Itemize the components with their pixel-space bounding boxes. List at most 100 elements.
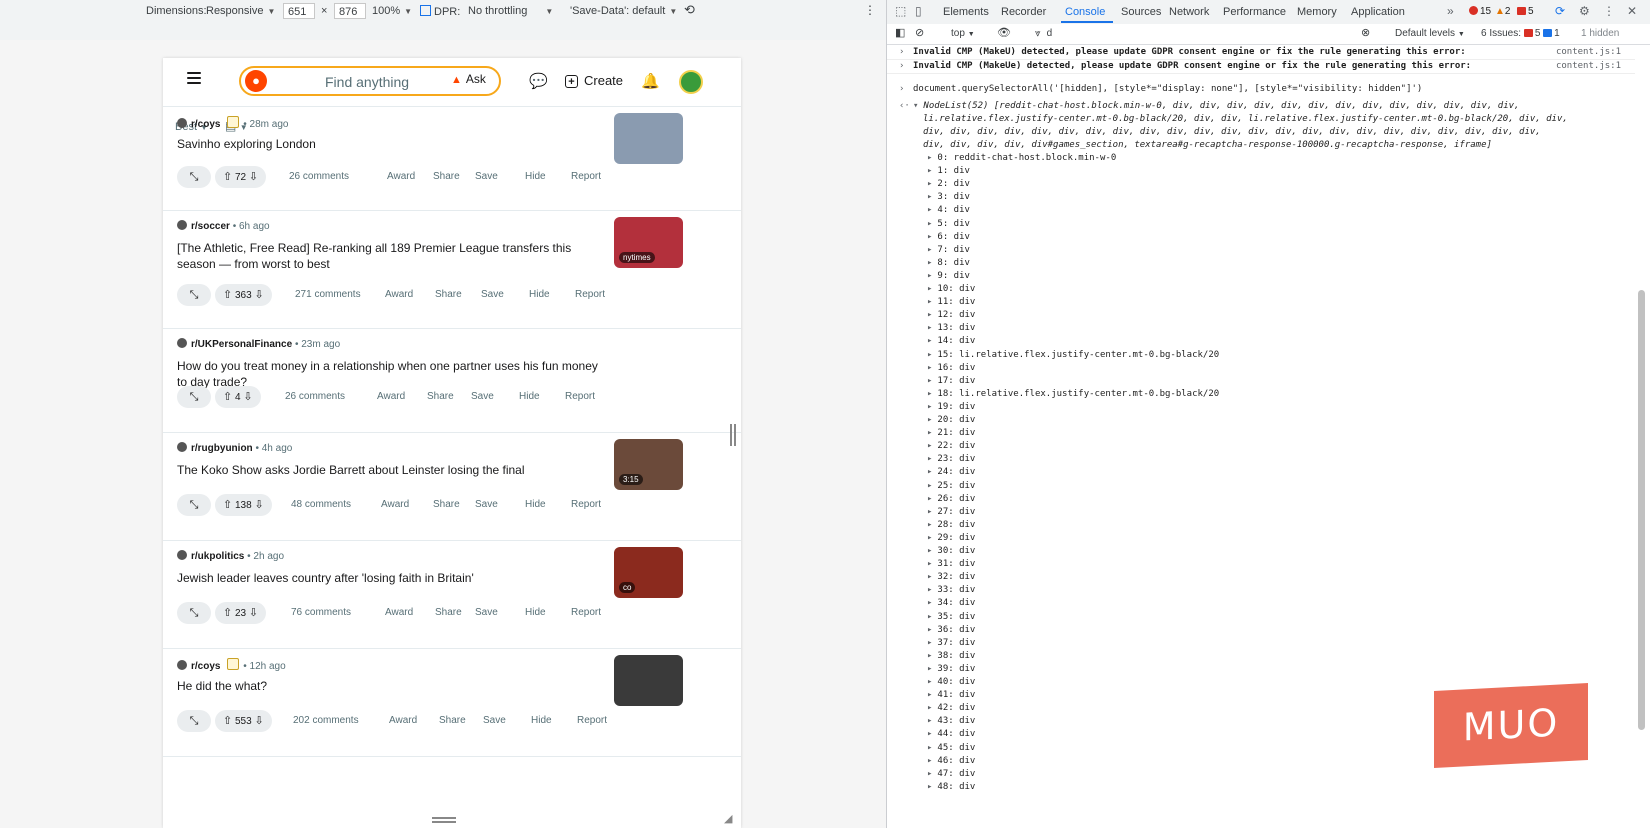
hide-button[interactable]: Hide [519, 391, 540, 402]
expand-icon[interactable]: ⤡ [177, 494, 211, 516]
expand-icon[interactable]: ⤡ [177, 602, 211, 624]
share-button[interactable]: Share [435, 607, 462, 618]
console-scrollbar[interactable] [1638, 290, 1645, 730]
width-input[interactable]: 651 [283, 3, 315, 19]
downvote-icon[interactable]: ⇩ [249, 171, 258, 183]
hide-button[interactable]: Hide [529, 289, 550, 300]
nodelist-item[interactable]: ▸ 25: div [927, 481, 975, 491]
upvote-icon[interactable]: ⇧ [223, 607, 232, 619]
warning-count[interactable]: ▲2 [1495, 6, 1510, 17]
share-button[interactable]: Share [433, 171, 460, 182]
nodelist-item[interactable]: ▸ 24: div [927, 467, 975, 477]
hide-button[interactable]: Hide [525, 499, 546, 510]
post-title[interactable]: Jewish leader leaves country after 'losi… [177, 570, 607, 586]
hide-button[interactable]: Hide [525, 171, 546, 182]
vote-control[interactable]: ⇧ 23 ⇩ [215, 602, 267, 624]
nodelist-item[interactable]: ▸ 9: div [927, 271, 970, 281]
clear-console-icon[interactable]: ⊘ [915, 26, 924, 39]
tab-memory[interactable]: Memory [1297, 6, 1337, 18]
nodelist-item[interactable]: ▸ 23: div [927, 454, 975, 464]
share-button[interactable]: Share [439, 715, 466, 726]
nodelist-item[interactable]: ▸ 37: div [927, 638, 975, 648]
save-button[interactable]: Save [483, 715, 506, 726]
height-input[interactable]: 876 [334, 3, 366, 19]
issues-count[interactable]: 5 [1517, 6, 1534, 17]
nodelist-item[interactable]: ▸ 48: div [927, 782, 975, 792]
comments-link[interactable]: 48 comments [291, 499, 351, 510]
award-button[interactable]: Award [389, 715, 417, 726]
expand-icon[interactable]: ⤡ [177, 710, 211, 732]
post-card[interactable]: r/UKPersonalFinance • 23m ago How do you … [163, 328, 741, 433]
nodelist-item[interactable]: ▸ 10: div [927, 284, 975, 294]
zoom-select[interactable]: 100% ▼ [372, 5, 412, 17]
nodelist-item[interactable]: ▸ 42: div [927, 703, 975, 713]
filter-input[interactable]: ⩔ d [1035, 28, 1052, 39]
comments-link[interactable]: 26 comments [289, 171, 349, 182]
nodelist-item[interactable]: ▸ 27: div [927, 507, 975, 517]
downvote-icon[interactable]: ⇩ [254, 499, 263, 511]
save-button[interactable]: Save [471, 391, 494, 402]
post-thumbnail[interactable] [614, 655, 683, 706]
report-button[interactable]: Report [577, 715, 607, 726]
nodelist-item[interactable]: ▸ 14: div [927, 336, 975, 346]
downvote-icon[interactable]: ⇩ [243, 391, 252, 403]
nodelist-summary[interactable]: ▾ NodeList(52) [reddit-chat-host.block.mi… [913, 101, 1519, 111]
nodelist-item[interactable]: ▸ 1: div [927, 166, 970, 176]
nodelist-item[interactable]: ▸ 33: div [927, 585, 975, 595]
award-button[interactable]: Award [385, 607, 413, 618]
comments-link[interactable]: 202 comments [293, 715, 359, 726]
expand-icon[interactable]: ⤡ [177, 166, 211, 188]
nodelist-item[interactable]: ▸ 7: div [927, 245, 970, 255]
post-thumbnail[interactable] [614, 113, 683, 164]
award-button[interactable]: Award [387, 171, 415, 182]
console-message[interactable]: › Invalid CMP (MakeU) detected, please up… [887, 45, 1635, 60]
issues-button[interactable]: 6 Issues: 5 1 [1481, 28, 1560, 39]
device-select[interactable]: Responsive ▼ [206, 5, 275, 17]
eye-icon[interactable]: 👁 [997, 26, 1011, 39]
nodelist-item[interactable]: ▸ 32: div [927, 572, 975, 582]
post-thumbnail[interactable]: co [614, 547, 683, 598]
nodelist-item[interactable]: ▸ 6: div [927, 232, 970, 242]
error-count[interactable]: 15 [1469, 6, 1491, 17]
more-options-icon[interactable]: ⋮ [864, 3, 876, 17]
expand-arrow-icon[interactable]: › [899, 61, 904, 71]
share-button[interactable]: Share [435, 289, 462, 300]
post-card[interactable]: r/ukpolitics • 2h ago Jewish leader leave… [163, 540, 741, 649]
clear-filter-icon[interactable]: ⊗ [1361, 26, 1370, 39]
nodelist-item[interactable]: ▸ 5: div [927, 219, 970, 229]
nodelist-item[interactable]: ▸ 26: div [927, 494, 975, 504]
nodelist-item[interactable]: ▸ 4: div [927, 205, 970, 215]
resize-handle-bottom[interactable] [432, 817, 456, 823]
nodelist-item[interactable]: ▸ 47: div [927, 769, 975, 779]
search-input[interactable]: Find anything [325, 74, 409, 90]
vote-control[interactable]: ⇧ 138 ⇩ [215, 494, 272, 516]
nodelist-item[interactable]: ▸ 17: div [927, 376, 975, 386]
nodelist-item[interactable]: ▸ 12: div [927, 310, 975, 320]
nodelist-item[interactable]: ▸ 40: div [927, 677, 975, 687]
nodelist-item[interactable]: ▸ 30: div [927, 546, 975, 556]
nodelist-item[interactable]: ▸ 34: div [927, 598, 975, 608]
levels-select[interactable]: Default levels ▼ [1395, 28, 1465, 39]
context-select[interactable]: top ▼ [951, 28, 975, 39]
comments-link[interactable]: 26 comments [285, 391, 345, 402]
tab-sources[interactable]: Sources [1121, 6, 1161, 18]
rotate-icon[interactable]: ⟲ [684, 2, 695, 18]
nodelist-item[interactable]: ▸ 20: div [927, 415, 975, 425]
dpr-select[interactable]: DPR: [420, 5, 460, 18]
upvote-icon[interactable]: ⇧ [223, 171, 232, 183]
post-thumbnail[interactable]: nytimes [614, 217, 683, 268]
post-title[interactable]: Savinho exploring London [177, 136, 607, 152]
subreddit-link[interactable]: r/coys [191, 119, 220, 130]
nodelist-item[interactable]: ▸ 2: div [927, 179, 970, 189]
sync-icon[interactable]: ⟳ [1555, 4, 1565, 18]
nodelist-item[interactable]: ▸ 44: div [927, 729, 975, 739]
create-button[interactable]: + Create [565, 73, 623, 88]
nodelist-item[interactable]: ▸ 19: div [927, 402, 975, 412]
tab-performance[interactable]: Performance [1223, 6, 1286, 18]
more-tabs-icon[interactable]: » [1447, 4, 1454, 18]
report-button[interactable]: Report [571, 499, 601, 510]
subreddit-link[interactable]: r/rugbyunion [191, 443, 253, 454]
nodelist-item[interactable]: ▸ 31: div [927, 559, 975, 569]
nodelist-item[interactable]: ▸ 29: div [927, 533, 975, 543]
nodelist-item[interactable]: ▸ 11: div [927, 297, 975, 307]
